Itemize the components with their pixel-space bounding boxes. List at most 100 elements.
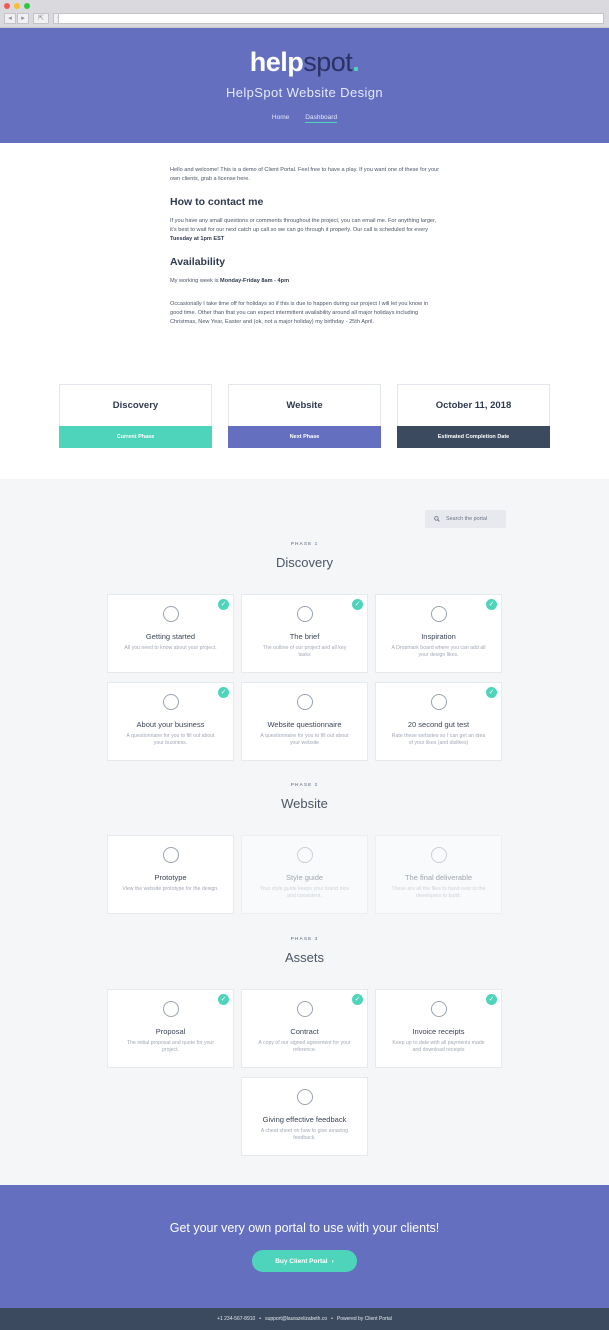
status-circle-icon: [297, 847, 313, 863]
card-contract[interactable]: ✓ Contract A copy of our signed agreemen…: [241, 989, 368, 1068]
stat-completion-date: October 11, 2018 Estimated Completion Da…: [397, 384, 550, 448]
stat-next-phase: Website Next Phase: [228, 384, 381, 448]
call-time: Tuesday at 1pm EST: [170, 236, 225, 242]
card-title: Prototype: [154, 873, 187, 882]
check-icon: ✓: [218, 994, 229, 1005]
status-circle-icon: [163, 606, 179, 622]
close-window-button[interactable]: [4, 3, 10, 9]
card-getting-started[interactable]: ✓ Getting started All you need to know a…: [107, 594, 234, 673]
card-desc: View the website prototype for the desig…: [122, 886, 219, 892]
card-title: Getting started: [145, 632, 196, 641]
status-circle-icon: [431, 606, 447, 622]
card-title: Giving effective feedback: [262, 1115, 347, 1124]
stat-value: Website: [286, 400, 323, 411]
phase-2-title: Website: [281, 796, 328, 811]
card-website-questionnaire[interactable]: Website questionnaire A questionnaire fo…: [241, 682, 368, 761]
card-desc: A questionnaire for you to fill out abou…: [260, 733, 349, 746]
status-circle-icon: [163, 694, 179, 710]
card-desc: Rate these websites so I can get an idea…: [391, 733, 486, 746]
card-the-brief[interactable]: ✓ The brief The outline of our project a…: [241, 594, 368, 673]
card-style-guide: Style guide Your style guide keeps your …: [241, 835, 368, 914]
card-desc: A questionnaire for you to fill out abou…: [126, 733, 215, 746]
card-inspiration[interactable]: ✓ Inspiration A Dropmark board where you…: [375, 594, 502, 673]
card-gut-test[interactable]: ✓ 20 second gut test Rate these websites…: [375, 682, 502, 761]
cta-button-label: Buy Client Portal: [275, 1257, 328, 1265]
maximize-window-button[interactable]: [24, 3, 30, 9]
card-invoice-receipts[interactable]: ✓ Invoice receipts Keep up to date with …: [375, 989, 502, 1068]
helpspot-logo[interactable]: helpspot.: [0, 47, 609, 78]
hero-header: helpspot. HelpSpot Website Design Home D…: [0, 28, 609, 143]
footer-email[interactable]: support@laurazelizabeth.co: [265, 1316, 327, 1322]
card-effective-feedback[interactable]: Giving effective feedback A cheat sheet …: [241, 1077, 368, 1156]
card-title: Style guide: [285, 873, 324, 882]
minimize-window-button[interactable]: [14, 3, 20, 9]
stat-label: Next Phase: [228, 426, 381, 448]
check-icon: ✓: [352, 994, 363, 1005]
intro-section: Hello and welcome! This is a demo of Cli…: [170, 166, 440, 333]
phase-3-label: PHASE 3: [290, 937, 319, 942]
stat-current-phase: Discovery Current Phase: [59, 384, 212, 448]
footer-phone[interactable]: +1 234-567-8910: [217, 1316, 255, 1322]
card-desc: All you need to know about your project.: [124, 645, 217, 651]
contact-text: If you have any small questions or comme…: [170, 217, 440, 244]
card-title: The final deliverable: [404, 873, 473, 882]
card-desc: The outline of our project and all key t…: [262, 645, 347, 658]
logo-spot: spot: [303, 47, 353, 77]
working-week-label: My working week is: [170, 278, 221, 284]
card-desc: A Dropmark board where you can add all y…: [391, 645, 486, 658]
search-label: Search the portal: [446, 516, 488, 522]
card-title: Contract: [290, 1027, 319, 1036]
footer-separator: •: [259, 1316, 262, 1322]
search-icon: [434, 516, 440, 522]
window-controls: [4, 3, 30, 9]
nav-home[interactable]: Home: [272, 114, 289, 123]
stat-label: Estimated Completion Date: [397, 426, 550, 448]
card-desc: These are all the files to hand over to …: [391, 886, 486, 899]
buy-client-portal-button[interactable]: Buy Client Portal ›: [252, 1250, 357, 1272]
stat-label: Current Phase: [59, 426, 212, 448]
card-proposal[interactable]: ✓ Proposal The initial proposal and quot…: [107, 989, 234, 1068]
availability-heading: Availability: [170, 256, 226, 268]
card-about-your-business[interactable]: ✓ About your business A questionnaire fo…: [107, 682, 234, 761]
status-circle-icon: [163, 1001, 179, 1017]
chevron-right-icon: ›: [331, 1257, 334, 1265]
card-prototype[interactable]: Prototype View the website prototype for…: [107, 835, 234, 914]
stat-value: October 11, 2018: [435, 400, 512, 411]
footer-powered-by[interactable]: Powered by Client Portal: [337, 1316, 392, 1322]
page-title: HelpSpot Website Design: [225, 85, 384, 100]
browser-chrome: ◂ ▸ ⇱ +: [0, 0, 609, 28]
card-final-deliverable: The final deliverable These are all the …: [375, 835, 502, 914]
working-week-text: My working week is Monday-Friday 8am - 4…: [170, 277, 440, 286]
browser-nav: ◂ ▸ ⇱ +: [4, 13, 65, 24]
card-desc: Your style guide keeps your brand nice a…: [259, 886, 350, 899]
nav-dashboard[interactable]: Dashboard: [305, 114, 338, 123]
check-icon: ✓: [218, 599, 229, 610]
card-title: 20 second gut test: [407, 720, 470, 729]
card-title: About your business: [136, 720, 205, 729]
status-circle-icon: [297, 694, 313, 710]
card-title: Inspiration: [421, 632, 456, 641]
status-circle-icon: [163, 847, 179, 863]
cta-title: Get your very own portal to use with you…: [169, 1221, 440, 1235]
stat-value: Discovery: [112, 400, 159, 411]
status-circle-icon: [431, 694, 447, 710]
forward-icon[interactable]: ▸: [17, 13, 29, 24]
project-stats: Discovery Current Phase Website Next Pha…: [59, 384, 550, 448]
phase-1-label: PHASE 1: [290, 542, 319, 547]
footer-separator: •: [331, 1316, 333, 1322]
contact-heading: How to contact me: [170, 196, 264, 208]
search-button[interactable]: Search the portal: [425, 510, 506, 528]
contact-body: If you have any small questions or comme…: [170, 218, 437, 233]
check-icon: ✓: [486, 994, 497, 1005]
footer: +1 234-567-8910 • support@laurazelizabet…: [0, 1308, 609, 1330]
check-icon: ✓: [486, 687, 497, 698]
share-icon[interactable]: ⇱: [33, 13, 49, 24]
status-circle-icon: [297, 606, 313, 622]
check-icon: ✓: [486, 599, 497, 610]
status-circle-icon: [297, 1089, 313, 1105]
back-icon[interactable]: ◂: [4, 13, 16, 24]
status-circle-icon: [431, 1001, 447, 1017]
card-desc: The initial proposal and quote for your …: [126, 1040, 215, 1053]
address-bar[interactable]: [58, 13, 604, 24]
card-title: Website questionnaire: [267, 720, 342, 729]
